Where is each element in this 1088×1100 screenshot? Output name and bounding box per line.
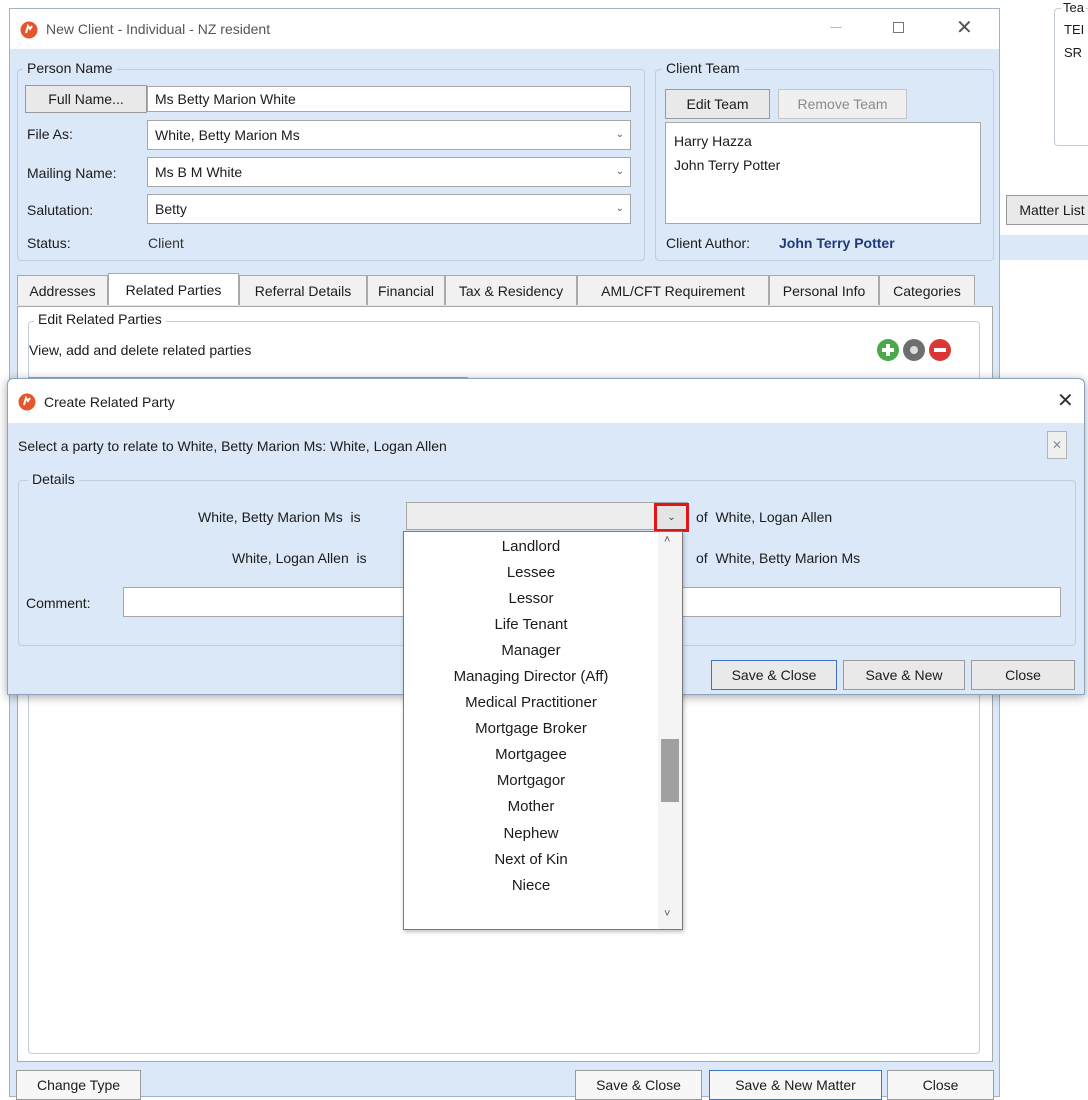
dialog-save-new-button[interactable]: Save & New [843, 660, 965, 690]
list-item[interactable]: Mortgagor [404, 768, 658, 794]
edit-related-parties-legend: Edit Related Parties [34, 311, 166, 327]
list-item[interactable]: Niece [404, 872, 658, 898]
tab-personal-info[interactable]: Personal Info [769, 275, 879, 305]
dialog-title: Create Related Party [44, 394, 175, 410]
status-label: Status: [27, 235, 71, 251]
related-parties-description: View, add and delete related parties [29, 342, 252, 358]
client-author-label: Client Author: [666, 235, 751, 251]
relationship-select-1[interactable] [406, 502, 688, 530]
dropdown-scrollbar[interactable]: ˄ ˅ [658, 532, 682, 929]
team-line-1: TEI [1064, 22, 1085, 37]
title-bar: New Client - Individual - NZ resident ✕ [10, 9, 999, 49]
chevron-down-icon: ⌄ [615, 165, 624, 177]
app-logo-icon [18, 393, 36, 411]
close-button[interactable]: Close [887, 1070, 994, 1100]
list-item[interactable]: Harry Hazza [674, 133, 752, 149]
list-item[interactable]: Mortgage Broker [404, 716, 658, 742]
scrollbar-thumb[interactable] [661, 739, 679, 802]
gear-icon[interactable] [902, 338, 926, 362]
tab-tax-residency[interactable]: Tax & Residency [445, 275, 577, 305]
minimize-icon[interactable] [830, 27, 842, 28]
close-icon[interactable]: ✕ [956, 15, 973, 40]
delete-icon[interactable] [928, 338, 952, 362]
edit-team-button[interactable]: Edit Team [665, 89, 770, 119]
maximize-icon[interactable] [893, 22, 904, 33]
team-legend: Tea [1061, 0, 1086, 15]
list-item[interactable]: Lessee [404, 559, 658, 585]
comment-label: Comment: [26, 595, 91, 611]
list-item[interactable]: John Terry Potter [674, 157, 780, 173]
background-strip [1000, 235, 1088, 260]
team-member-list[interactable]: Harry Hazza John Terry Potter [665, 122, 981, 224]
chevron-down-icon: ⌄ [615, 202, 624, 214]
full-name-input[interactable]: Ms Betty Marion White [147, 86, 631, 112]
tab-categories[interactable]: Categories [879, 275, 975, 305]
tab-aml-cft[interactable]: AML/CFT Requirement [577, 275, 769, 305]
salutation-label: Salutation: [27, 202, 94, 218]
client-author-value: John Terry Potter [779, 235, 895, 251]
team-line-2: SR [1064, 45, 1083, 60]
tab-addresses[interactable]: Addresses [17, 275, 108, 305]
tab-referral-details[interactable]: Referral Details [239, 275, 367, 305]
row1-subject: White, Betty Marion Ms is [198, 509, 361, 525]
person-name-legend: Person Name [23, 60, 117, 76]
chevron-down-icon[interactable]: ˅ [664, 908, 670, 920]
mailing-name-select[interactable]: Ms B M White ⌄ [147, 157, 631, 187]
dialog-close-button[interactable]: Close [971, 660, 1075, 690]
background-window: Tea TEI SR Matter List [1000, 0, 1088, 260]
save-close-button[interactable]: Save & Close [575, 1070, 702, 1100]
save-new-matter-button[interactable]: Save & New Matter [709, 1070, 882, 1100]
remove-team-button[interactable]: Remove Team [778, 89, 907, 119]
tab-financial[interactable]: Financial [367, 275, 445, 305]
dialog-title-bar: Create Related Party ✕ [8, 379, 1084, 423]
list-item[interactable]: Mother [404, 794, 658, 820]
file-as-select[interactable]: White, Betty Marion Ms ⌄ [147, 120, 631, 150]
list-item[interactable]: Landlord [404, 533, 658, 559]
add-icon[interactable] [876, 338, 900, 362]
chevron-down-icon: ⌄ [667, 512, 676, 523]
selected-party: White, Logan Allen [330, 438, 447, 454]
list-item[interactable]: Next of Kin [404, 846, 658, 872]
tab-related-parties[interactable]: Related Parties [108, 273, 239, 305]
tab-strip: Addresses Related Parties Referral Detai… [17, 273, 977, 307]
app-logo-icon [20, 21, 38, 39]
list-item[interactable]: Nephew [404, 820, 658, 846]
file-as-label: File As: [27, 126, 73, 142]
row2-object: of White, Betty Marion Ms [696, 550, 861, 566]
full-name-button[interactable]: Full Name... [25, 85, 147, 113]
clear-party-button[interactable]: ✕ [1047, 431, 1067, 459]
dialog-prompt: Select a party to relate to White, Betty… [18, 438, 447, 454]
list-item[interactable]: Life Tenant [404, 611, 658, 637]
window-title: New Client - Individual - NZ resident [46, 21, 271, 37]
list-item[interactable]: Lessor [404, 585, 658, 611]
change-type-button[interactable]: Change Type [16, 1070, 141, 1100]
dialog-close-icon[interactable]: ✕ [1057, 388, 1074, 413]
list-item[interactable]: Mortgagee [404, 742, 658, 768]
details-legend: Details [28, 471, 79, 487]
list-item[interactable]: Manager [404, 637, 658, 663]
dropdown-toggle-highlight[interactable]: ⌄ [654, 503, 689, 532]
chevron-up-icon[interactable]: ˄ [664, 534, 670, 546]
salutation-select[interactable]: Betty ⌄ [147, 194, 631, 224]
row2-subject: White, Logan Allen is [232, 550, 367, 566]
client-team-legend: Client Team [662, 60, 744, 76]
list-item[interactable]: Managing Director (Aff) [404, 663, 658, 689]
mailing-name-label: Mailing Name: [27, 165, 117, 181]
list-item[interactable]: Medical Practitioner [404, 690, 658, 716]
dropdown-items: Landlord Lessee Lessor Life Tenant Manag… [404, 533, 658, 898]
dialog-save-close-button[interactable]: Save & Close [711, 660, 837, 690]
row1-object: of White, Logan Allen [696, 509, 833, 525]
relationship-dropdown-list[interactable]: Landlord Lessee Lessor Life Tenant Manag… [403, 531, 683, 930]
matter-list-button[interactable]: Matter List [1006, 195, 1088, 225]
status-value: Client [148, 235, 184, 251]
chevron-down-icon: ⌄ [615, 128, 624, 140]
